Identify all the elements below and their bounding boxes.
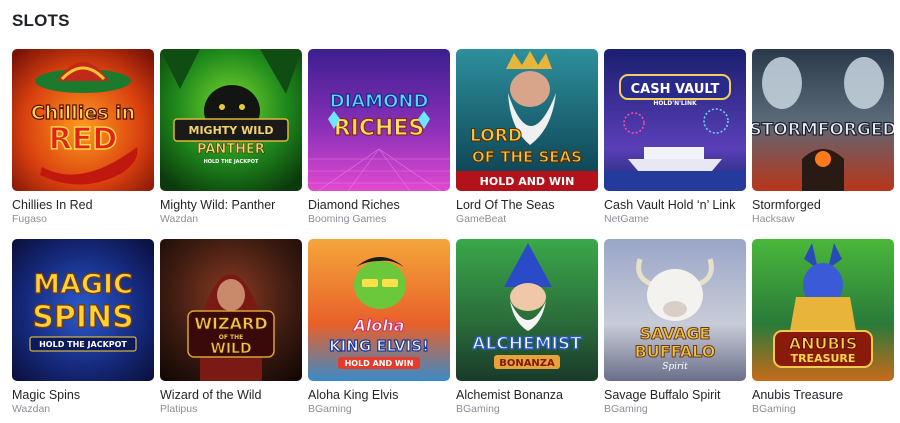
art-title: BUFFALO — [635, 342, 716, 361]
art-title: KING ELVIS! — [329, 337, 429, 355]
art-title: RED — [49, 122, 118, 157]
art-title: PANTHER — [197, 142, 265, 157]
game-thumbnail[interactable]: MAGIC SPINS HOLD THE JACKPOT — [12, 239, 154, 381]
game-provider: NetGame — [604, 213, 649, 225]
game-provider: Booming Games — [308, 213, 387, 225]
game-card-alchemist-bonanza[interactable]: ALCHEMIST BONANZA Alchemist Bonanza BGam… — [456, 239, 598, 423]
art-tagline: HOLD THE JACKPOT — [204, 159, 259, 165]
game-provider: BGaming — [752, 403, 796, 415]
game-card-stormforged[interactable]: STORMFORGED Stormforged Hacksaw — [752, 49, 894, 239]
art-tagline: HOLD'N'LINK — [653, 100, 697, 107]
magic-spins-artwork: MAGIC SPINS HOLD THE JACKPOT — [12, 239, 154, 381]
art-title: MAGIC — [33, 269, 133, 300]
aloha-king-elvis-artwork: Aloha KING ELVIS! HOLD AND WIN — [308, 239, 450, 381]
game-provider: BGaming — [604, 403, 648, 415]
game-name[interactable]: Alchemist Bonanza — [456, 388, 598, 403]
game-thumbnail[interactable]: CASH VAULT HOLD'N'LINK — [604, 49, 746, 191]
wizard-of-the-wild-artwork: WIZARD OF THE WILD — [160, 239, 302, 381]
art-title: Chillies in — [31, 102, 135, 124]
section-title: SLOTS — [12, 11, 70, 30]
cash-vault-artwork: CASH VAULT HOLD'N'LINK — [604, 49, 746, 191]
game-thumbnail[interactable]: Chillies in RED — [12, 49, 154, 191]
savage-buffalo-spirit-artwork: SAVAGE BUFFALO Spirit — [604, 239, 746, 381]
game-card-lord-of-the-seas[interactable]: LORD OF THE SEAS HOLD AND WIN Lord Of Th… — [456, 49, 598, 239]
art-title: WIZARD — [194, 314, 267, 333]
game-name[interactable]: Stormforged — [752, 198, 894, 213]
game-card-anubis-treasure[interactable]: ANUBIS TREASURE Anubis Treasure BGaming — [752, 239, 894, 423]
game-provider: Wazdan — [12, 403, 51, 415]
game-card-wizard-of-the-wild[interactable]: WIZARD OF THE WILD Wizard of the Wild Pl… — [160, 239, 302, 423]
game-name[interactable]: Chillies In Red — [12, 198, 154, 213]
art-tagline: Spirit — [662, 362, 688, 372]
art-banner: HOLD AND WIN — [480, 175, 575, 188]
game-thumbnail[interactable]: WIZARD OF THE WILD — [160, 239, 302, 381]
lord-of-the-seas-artwork: LORD OF THE SEAS HOLD AND WIN — [456, 49, 598, 191]
game-thumbnail[interactable]: STORMFORGED — [752, 49, 894, 191]
game-provider: Platipus — [160, 403, 198, 415]
art-title: SAVAGE — [640, 324, 711, 343]
game-provider: BGaming — [456, 403, 500, 415]
game-card-diamond-riches[interactable]: DIAMOND RICHES Diamond Riches Booming Ga… — [308, 49, 450, 239]
game-card-cash-vault[interactable]: CASH VAULT HOLD'N'LINK Cash Vault Hold ‘… — [604, 49, 746, 239]
game-provider: Fugaso — [12, 213, 48, 225]
game-card-mighty-wild-panther[interactable]: MIGHTY WILD PANTHER HOLD THE JACKPOT Mig… — [160, 49, 302, 239]
game-name[interactable]: Lord Of The Seas — [456, 198, 598, 213]
game-thumbnail[interactable]: SAVAGE BUFFALO Spirit — [604, 239, 746, 381]
art-title: ANUBIS — [789, 334, 857, 353]
art-title: MIGHTY WILD — [189, 124, 274, 137]
game-card-magic-spins[interactable]: MAGIC SPINS HOLD THE JACKPOT Magic Spins… — [12, 239, 154, 423]
game-name[interactable]: Cash Vault Hold ‘n’ Link — [604, 198, 746, 213]
game-card-savage-buffalo-spirit[interactable]: SAVAGE BUFFALO Spirit Savage Buffalo Spi… — [604, 239, 746, 423]
art-title: WILD — [210, 341, 251, 357]
game-card-aloha-king-elvis[interactable]: Aloha KING ELVIS! HOLD AND WIN Aloha Kin… — [308, 239, 450, 423]
game-name[interactable]: Anubis Treasure — [752, 388, 894, 403]
game-name[interactable]: Diamond Riches — [308, 198, 450, 213]
game-provider: GameBeat — [456, 213, 507, 225]
slots-grid: Chillies in RED Chillies In Red Fugaso M… — [12, 49, 894, 423]
game-thumbnail[interactable]: MIGHTY WILD PANTHER HOLD THE JACKPOT — [160, 49, 302, 191]
art-title: SPINS — [32, 300, 133, 335]
game-thumbnail[interactable]: LORD OF THE SEAS HOLD AND WIN — [456, 49, 598, 191]
art-banner: HOLD AND WIN — [345, 359, 414, 368]
game-name[interactable]: Mighty Wild: Panther — [160, 198, 302, 213]
art-title: Aloha — [351, 316, 404, 335]
art-title: BONANZA — [499, 358, 555, 369]
diamond-riches-artwork: DIAMOND RICHES — [308, 49, 450, 191]
art-title: OF THE — [219, 334, 244, 341]
art-title: DIAMOND — [330, 91, 429, 112]
art-title: LORD — [470, 126, 522, 146]
game-thumbnail[interactable]: ANUBIS TREASURE — [752, 239, 894, 381]
stormforged-artwork: STORMFORGED — [752, 49, 894, 191]
game-thumbnail[interactable]: DIAMOND RICHES — [308, 49, 450, 191]
game-provider: Hacksaw — [752, 213, 795, 225]
game-card-chillies-in-red[interactable]: Chillies in RED Chillies In Red Fugaso — [12, 49, 154, 239]
game-name[interactable]: Wizard of the Wild — [160, 388, 302, 403]
art-title: STORMFORGED — [752, 120, 894, 140]
art-title: ALCHEMIST — [472, 334, 582, 354]
anubis-treasure-artwork: ANUBIS TREASURE — [752, 239, 894, 381]
art-title: TREASURE — [791, 352, 856, 365]
art-title: RICHES — [334, 116, 425, 141]
game-name[interactable]: Aloha King Elvis — [308, 388, 450, 403]
game-provider: Wazdan — [160, 213, 199, 225]
art-tagline: HOLD THE JACKPOT — [39, 340, 127, 349]
alchemist-bonanza-artwork: ALCHEMIST BONANZA — [456, 239, 598, 381]
art-title: OF THE SEAS — [472, 148, 582, 166]
chillies-in-red-artwork: Chillies in RED — [12, 49, 154, 191]
game-name[interactable]: Magic Spins — [12, 388, 154, 403]
game-thumbnail[interactable]: Aloha KING ELVIS! HOLD AND WIN — [308, 239, 450, 381]
art-title: CASH VAULT — [631, 82, 720, 97]
mighty-wild-panther-artwork: MIGHTY WILD PANTHER HOLD THE JACKPOT — [160, 49, 302, 191]
game-thumbnail[interactable]: ALCHEMIST BONANZA — [456, 239, 598, 381]
game-name[interactable]: Savage Buffalo Spirit — [604, 388, 746, 403]
game-provider: BGaming — [308, 403, 352, 415]
